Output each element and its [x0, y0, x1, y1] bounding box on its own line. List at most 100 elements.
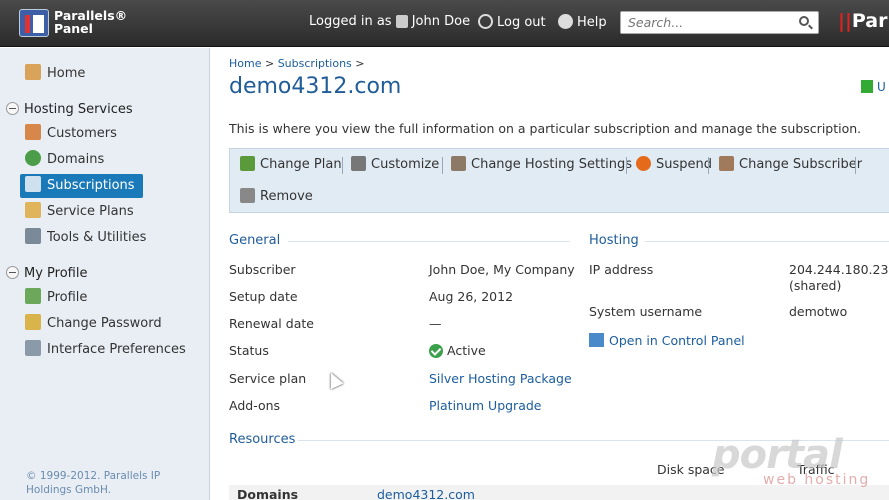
remove-label: Remove — [260, 189, 313, 204]
setup-date-label: Setup date — [229, 289, 298, 304]
domain-link[interactable]: demo4312.com — [377, 487, 475, 500]
page-description: This is where you view the full informat… — [229, 121, 862, 136]
subscriptions-icon — [25, 176, 41, 192]
collapse-icon[interactable] — [6, 266, 19, 279]
ip-address-value: 204.244.180.231 — [789, 262, 889, 277]
breadcrumb-subscriptions[interactable]: Subscriptions — [278, 57, 352, 70]
toolbar-divider — [855, 157, 856, 174]
sidebar-item-change-password[interactable]: Change Password — [20, 312, 170, 336]
setup-date-value: Aug 26, 2012 — [429, 289, 514, 304]
sidebar-item-home[interactable]: Home — [20, 62, 93, 86]
help-button[interactable]: Help — [558, 14, 607, 30]
sidebar-service-plans-label: Service Plans — [47, 204, 134, 219]
change-plan-button[interactable]: Change Plan — [240, 156, 342, 174]
customers-icon — [25, 124, 41, 140]
search-box — [620, 11, 819, 34]
sidebar-customers-label: Customers — [47, 126, 117, 141]
top-bar: Parallels® Panel Logged in as John Doe L… — [0, 0, 889, 47]
addons-link[interactable]: Platinum Upgrade — [429, 398, 541, 413]
up-level-link[interactable]: U — [861, 80, 886, 94]
my-profile-section[interactable]: My Profile — [6, 266, 87, 281]
suspend-button[interactable]: Suspend — [636, 156, 712, 174]
status-label: Status — [229, 343, 269, 358]
sidebar-item-customers[interactable]: Customers — [20, 122, 125, 146]
change-hosting-label: Change Hosting Settings — [471, 157, 633, 172]
control-panel-icon — [589, 333, 604, 347]
brand-line2: Panel — [54, 21, 93, 36]
sidebar-tools-label: Tools & Utilities — [47, 230, 147, 245]
sidebar-item-subscriptions[interactable]: Subscriptions — [20, 174, 143, 198]
change-subscriber-button[interactable]: Change Subscriber — [719, 156, 862, 174]
breadcrumb-separator: > — [355, 57, 365, 70]
action-toolbar: Change Plan Customize Change Hosting Set… — [229, 148, 889, 213]
up-arrow-icon — [861, 80, 873, 93]
change-plan-icon — [240, 156, 255, 171]
sidebar-item-domains[interactable]: Domains — [20, 148, 112, 172]
breadcrumb-home[interactable]: Home — [229, 57, 261, 70]
service-plans-icon — [25, 202, 41, 218]
sidebar: Home Hosting Services Customers Domains … — [0, 48, 210, 500]
profile-icon — [25, 288, 41, 304]
service-plan-link[interactable]: Silver Hosting Package — [429, 371, 572, 386]
addons-label: Add-ons — [229, 398, 281, 413]
search-input[interactable] — [621, 12, 791, 33]
parallels-logo-icon[interactable] — [19, 9, 49, 37]
change-plan-label: Change Plan — [260, 157, 342, 172]
check-icon — [429, 344, 443, 358]
user-icon — [395, 15, 408, 28]
page-title: demo4312.com — [229, 74, 402, 99]
sidebar-item-profile[interactable]: Profile — [20, 286, 95, 310]
logged-in-prefix: Logged in as — [309, 14, 392, 29]
right-logo-text: Par — [851, 10, 888, 32]
power-icon — [478, 14, 493, 29]
sidebar-interface-prefs-label: Interface Preferences — [47, 342, 186, 357]
hosting-heading: Hosting — [589, 233, 639, 248]
subscriber-icon — [719, 156, 734, 171]
up-level-label: U — [877, 80, 886, 94]
sidebar-item-interface-preferences[interactable]: Interface Preferences — [20, 338, 194, 362]
domains-row-label: Domains — [237, 487, 299, 500]
open-control-panel-link[interactable]: Open in Control Panel — [589, 333, 745, 348]
toolbar-divider — [442, 157, 443, 174]
system-username-label: System username — [589, 304, 703, 319]
ip-address-label: IP address — [589, 262, 654, 277]
preferences-icon — [25, 340, 41, 356]
search-icon[interactable] — [799, 16, 809, 26]
hosting-divider — [645, 241, 889, 242]
logged-in-text: Logged in as John Doe — [309, 14, 470, 29]
status-text: Active — [447, 343, 486, 358]
sidebar-item-service-plans[interactable]: Service Plans — [20, 200, 142, 224]
system-username-value: demotwo — [789, 304, 848, 319]
customize-button[interactable]: Customize — [351, 156, 439, 174]
copyright: © 1999-2012. Parallels IP Holdings GmbH. — [26, 470, 161, 496]
trash-icon — [240, 188, 255, 203]
hosting-services-section[interactable]: Hosting Services — [6, 102, 133, 117]
hosting-settings-icon — [451, 156, 466, 171]
change-hosting-settings-button[interactable]: Change Hosting Settings — [451, 156, 632, 174]
logout-label: Log out — [497, 15, 546, 30]
suspend-label: Suspend — [656, 157, 713, 172]
parallels-right-logo: ||Par — [838, 10, 888, 32]
tools-icon — [25, 228, 41, 244]
toolbar-divider — [626, 157, 627, 174]
toolbar-divider — [708, 157, 709, 174]
collapse-icon[interactable] — [6, 102, 19, 115]
sidebar-profile-label: Profile — [47, 290, 88, 305]
service-plan-label: Service plan — [229, 371, 307, 386]
brand-name[interactable]: Parallels® Panel — [54, 9, 127, 35]
sidebar-subscriptions-label: Subscriptions — [47, 178, 135, 193]
general-heading: General — [229, 233, 281, 248]
par-bars-icon: || — [838, 10, 852, 32]
user-name-link[interactable]: John Doe — [412, 14, 470, 29]
customize-label: Customize — [371, 157, 440, 172]
home-icon — [25, 64, 41, 80]
hosting-services-label: Hosting Services — [24, 102, 133, 117]
logout-button[interactable]: Log out — [478, 14, 546, 30]
remove-button[interactable]: Remove — [240, 188, 313, 206]
subscriber-label: Subscriber — [229, 262, 296, 277]
renewal-date-label: Renewal date — [229, 316, 314, 331]
change-subscriber-label: Change Subscriber — [739, 157, 863, 172]
sidebar-change-password-label: Change Password — [47, 316, 162, 331]
sidebar-item-tools[interactable]: Tools & Utilities — [20, 226, 154, 250]
ip-address-note: (shared) — [789, 278, 842, 293]
